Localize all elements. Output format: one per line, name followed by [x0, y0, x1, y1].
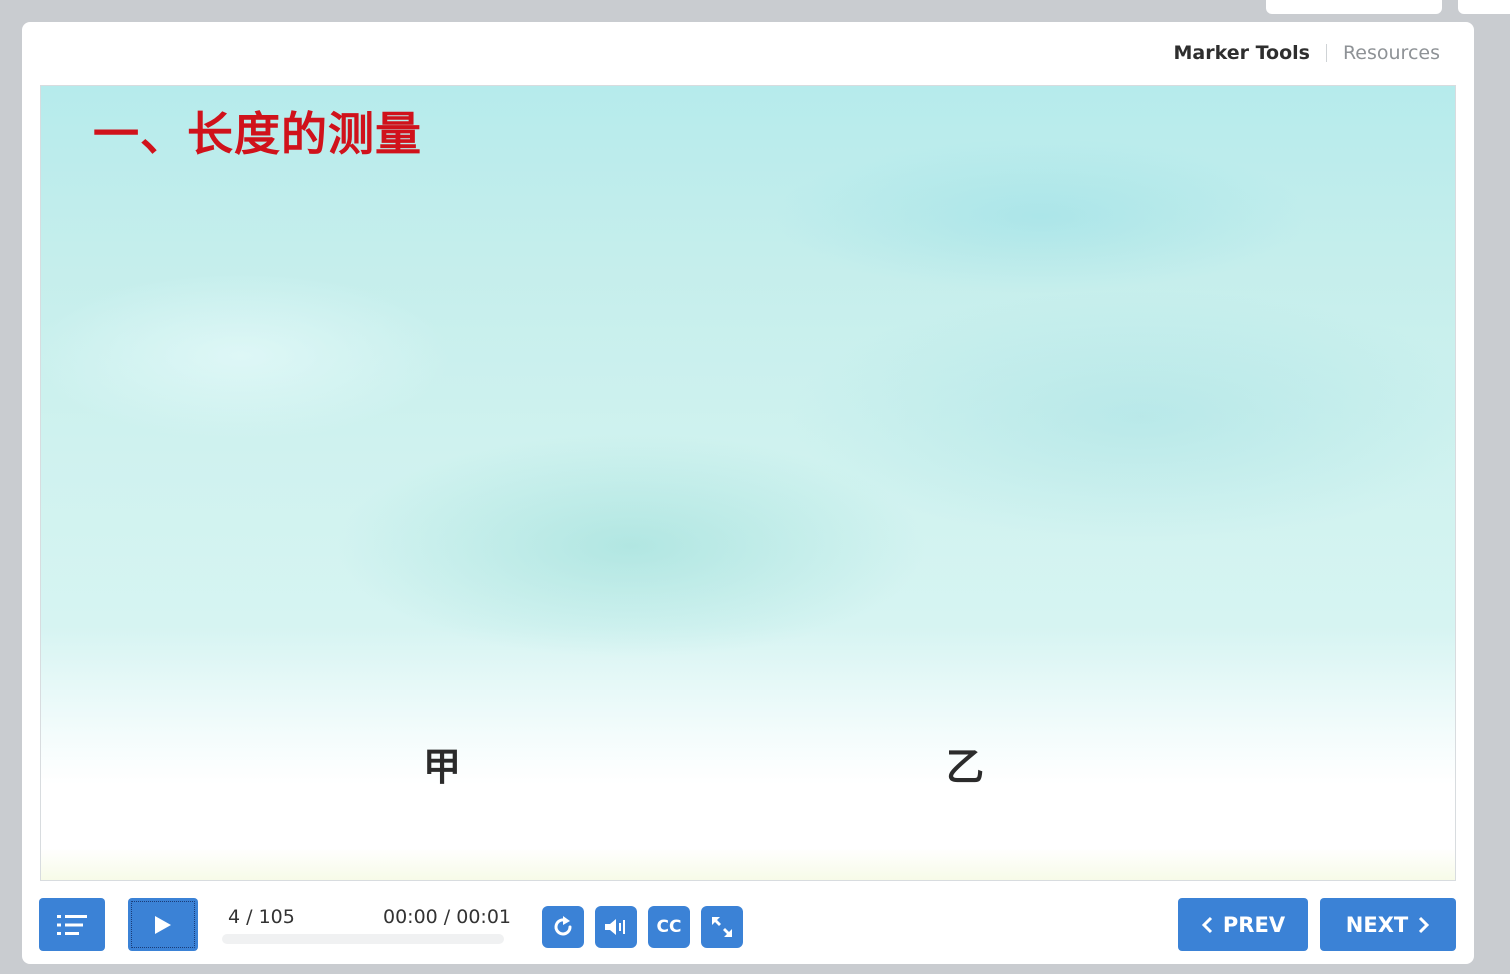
marker-tools-link[interactable]: Marker Tools	[1173, 42, 1309, 64]
play-icon	[154, 915, 172, 935]
next-button[interactable]: NEXT	[1320, 898, 1456, 951]
menu-list-icon	[57, 914, 87, 936]
chevron-right-icon	[1418, 916, 1430, 934]
volume-icon	[604, 917, 628, 937]
menu-button[interactable]	[39, 898, 105, 951]
replay-icon	[551, 915, 575, 939]
replay-button[interactable]	[542, 906, 584, 948]
playback-time: 00:00 / 00:01	[383, 906, 511, 928]
chevron-left-icon	[1201, 916, 1213, 934]
player-window: Marker Tools Resources 一、长度的测量 甲 乙 4 / 1…	[22, 22, 1474, 964]
slide-title: 一、长度的测量	[93, 107, 422, 161]
next-label: NEXT	[1345, 912, 1409, 937]
slide-label-jia: 甲	[423, 745, 462, 789]
slide-stage: 一、长度的测量 甲 乙	[40, 85, 1456, 881]
prev-button[interactable]: PREV	[1178, 898, 1308, 951]
prev-label: PREV	[1222, 912, 1286, 937]
captions-button[interactable]: CC	[648, 906, 690, 948]
player-controls: 4 / 105 00:00 / 00:01 CC PREV NEXT	[22, 898, 1474, 954]
link-separator	[1325, 44, 1327, 62]
expand-icon	[710, 915, 734, 939]
cc-label: CC	[656, 917, 682, 937]
slide-label-yi: 乙	[946, 745, 985, 789]
top-tab-left	[1266, 0, 1442, 14]
top-links: Marker Tools Resources	[1173, 40, 1440, 66]
slide-counter: 4 / 105	[228, 906, 295, 928]
progress-bar[interactable]	[222, 934, 504, 944]
top-tab-right	[1458, 0, 1510, 14]
fullscreen-button[interactable]	[701, 906, 743, 948]
volume-button[interactable]	[595, 906, 637, 948]
resources-link[interactable]: Resources	[1343, 42, 1440, 64]
play-button[interactable]	[128, 898, 198, 951]
